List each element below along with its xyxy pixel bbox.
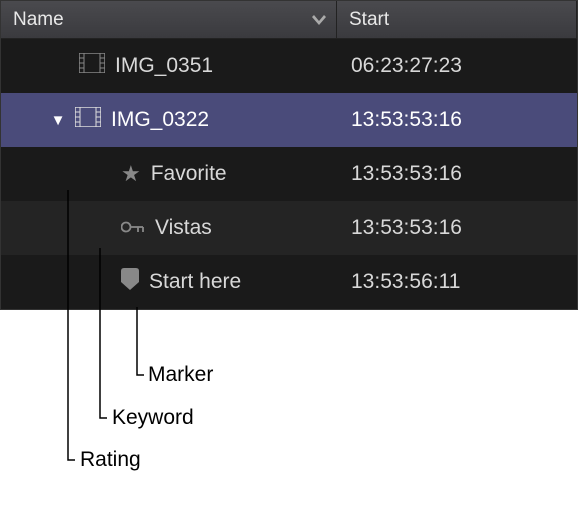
cell-name: IMG_0351 [1,53,337,79]
film-clip-icon [79,53,105,79]
marker-label: Start here [149,270,241,294]
disclosure-triangle-icon[interactable]: ▼ [47,112,69,129]
clip-name-label: IMG_0322 [111,108,209,132]
annotation-label-marker: Marker [148,363,213,387]
marker-icon [121,268,139,296]
timecode-label: 13:53:53:16 [351,216,462,239]
timecode-label: 13:53:53:16 [351,162,462,185]
cell-start: 13:53:53:16 [337,108,577,132]
keyword-label: Vistas [155,216,212,240]
cell-name: Start here [1,268,337,296]
star-icon: ★ [121,161,141,187]
favorite-label: Favorite [151,162,227,186]
table-header: Name Start [1,1,577,39]
cell-start: 13:53:53:16 [337,162,577,186]
timecode-label: 06:23:27:23 [351,54,462,77]
annotation-label-keyword: Keyword [112,406,194,430]
cell-start: 13:53:56:11 [337,270,577,294]
column-header-start-label: Start [349,9,389,31]
annotation-label-rating: Rating [80,448,141,472]
key-icon [121,216,145,240]
cell-name: ▼ IMG_0322 [1,107,337,133]
cell-name: Vistas [1,216,337,240]
cell-start: 06:23:27:23 [337,54,577,78]
table-row[interactable]: Start here 13:53:56:11 [1,255,577,309]
table-row[interactable]: ▼ IMG_0322 13:53:53:16 [1,93,577,147]
column-header-start[interactable]: Start [337,1,577,38]
timecode-label: 13:53:53:16 [351,108,462,131]
table-row[interactable]: ★ Favorite 13:53:53:16 [1,147,577,201]
clip-name-label: IMG_0351 [115,54,213,78]
column-header-name[interactable]: Name [1,1,337,38]
column-header-name-label: Name [13,9,64,31]
table-row[interactable]: Vistas 13:53:53:16 [1,201,577,255]
cell-name: ★ Favorite [1,161,337,187]
sort-indicator-icon [312,12,326,28]
timecode-label: 13:53:56:11 [351,270,460,293]
film-clip-icon [75,107,101,133]
table-row[interactable]: IMG_0351 06:23:27:23 [1,39,577,93]
cell-start: 13:53:53:16 [337,216,577,240]
clip-list-table: Name Start IMG_0351 06:23 [0,0,578,310]
